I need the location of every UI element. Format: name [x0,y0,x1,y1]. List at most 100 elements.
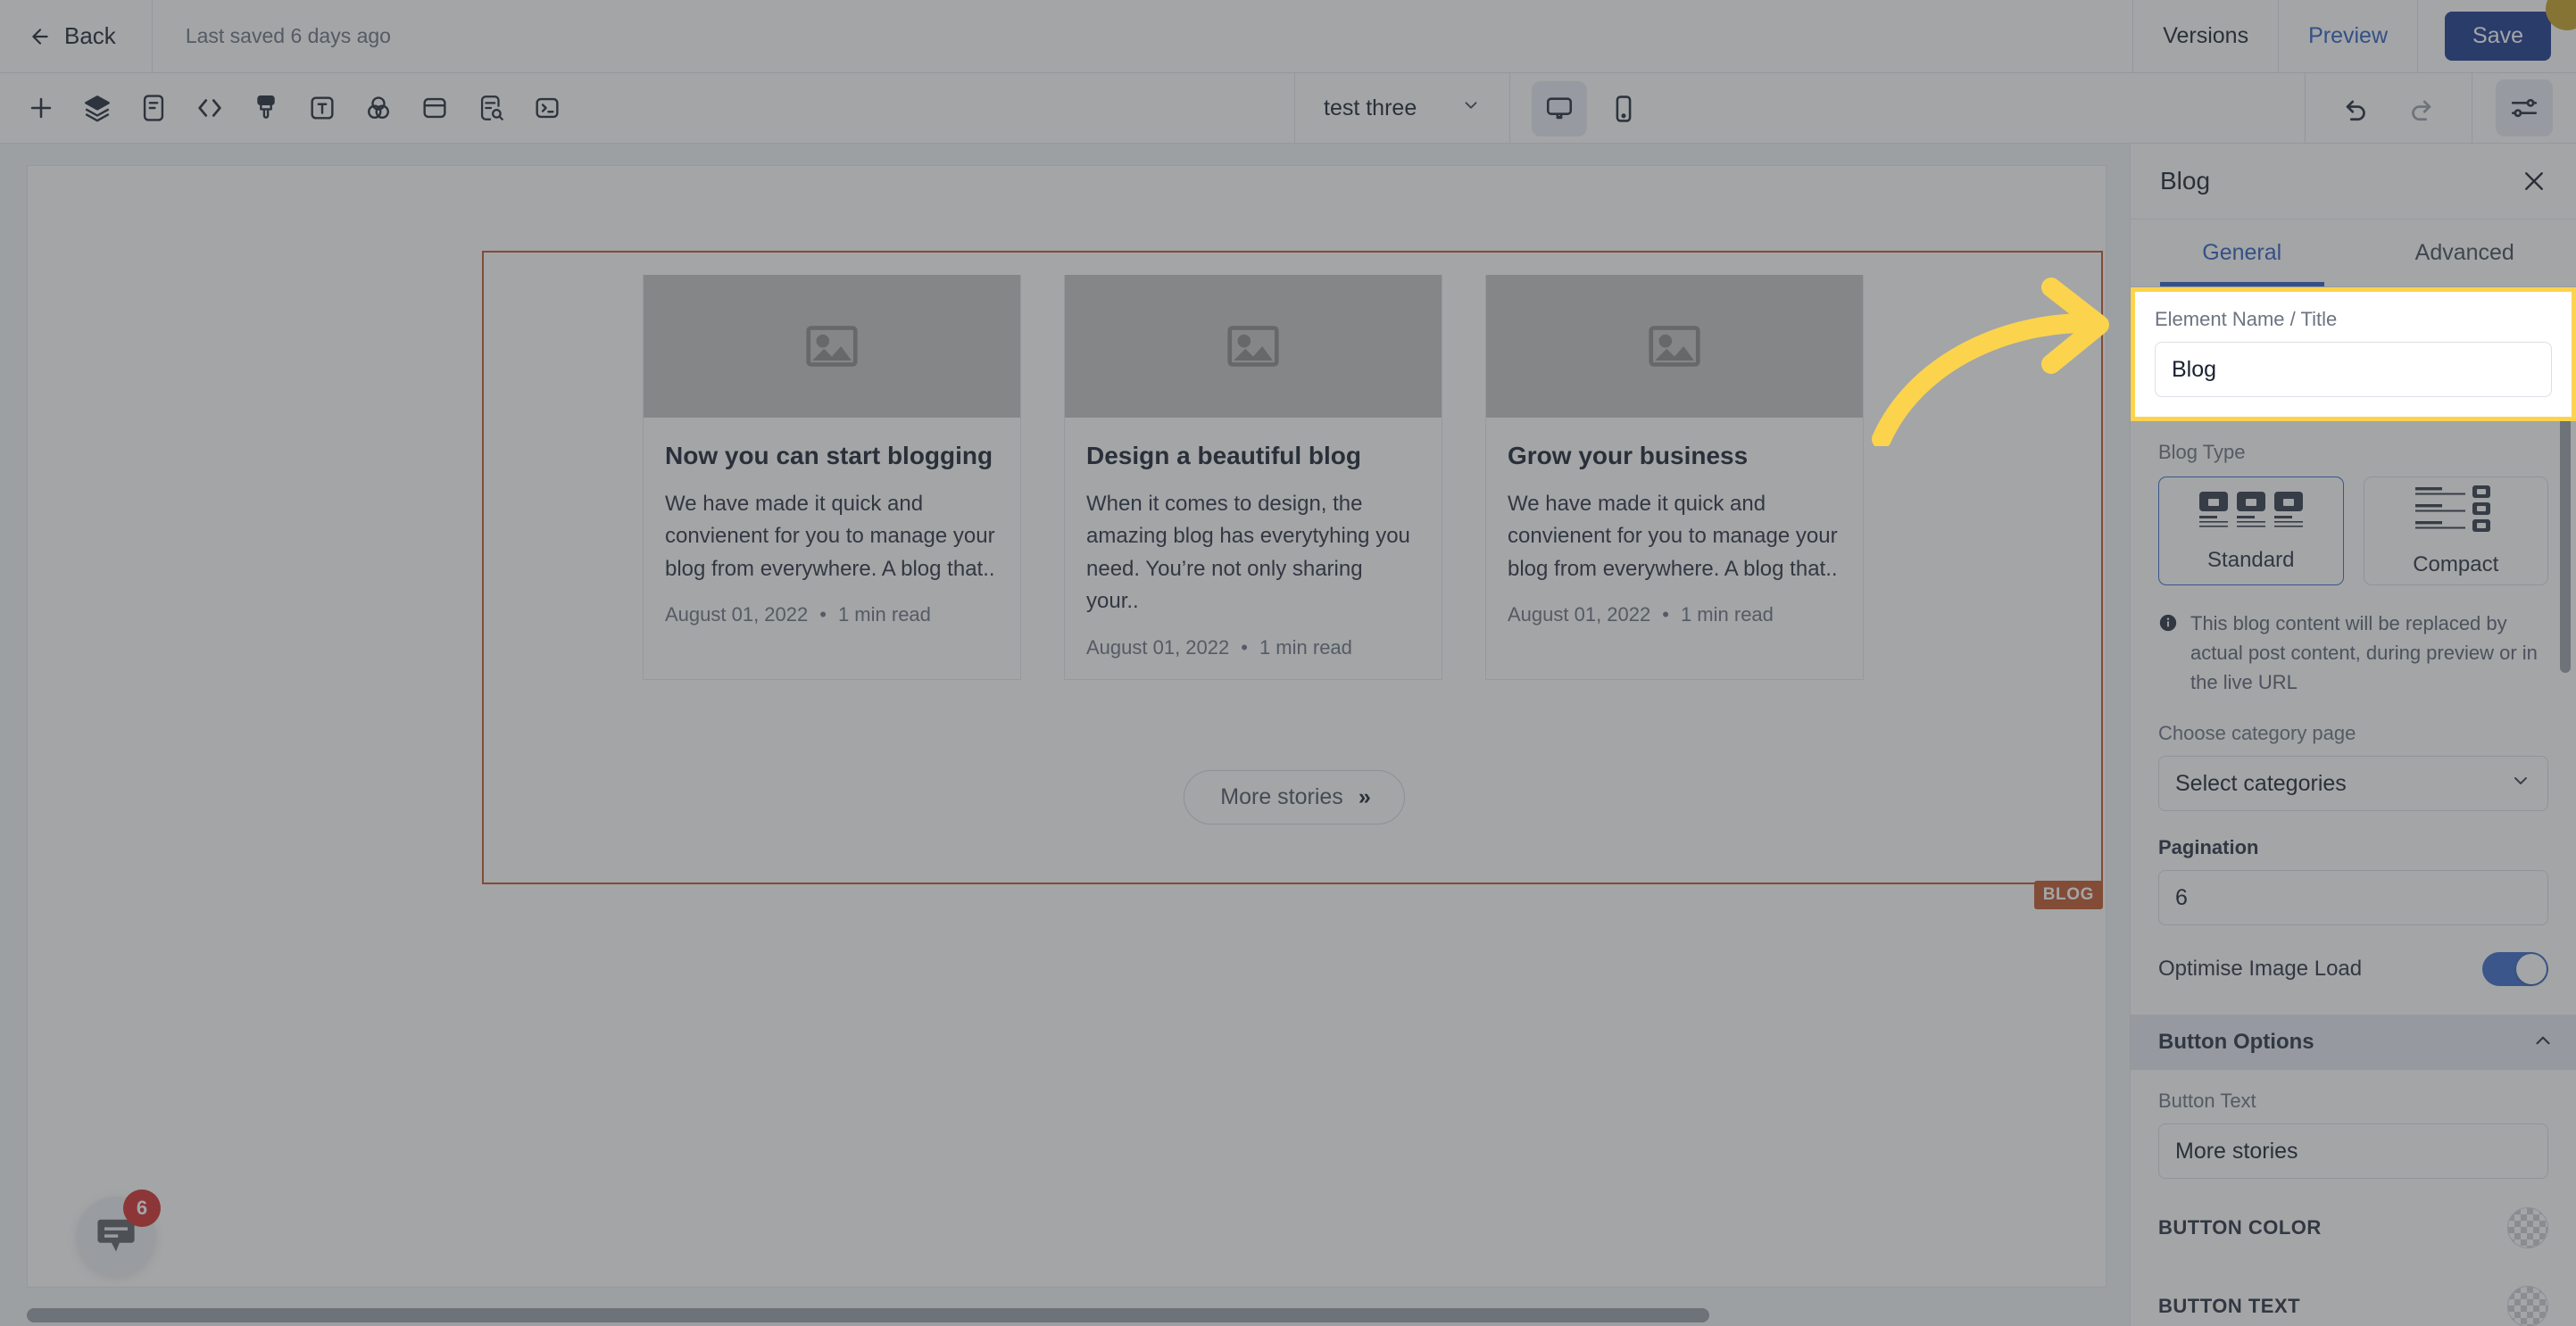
toolbar-right-group [2305,72,2576,144]
undo-icon[interactable] [2329,80,2384,136]
blog-info-note: This blog content will be replaced by ac… [2158,609,2548,697]
preview-button[interactable]: Preview [2278,0,2417,73]
blog-section-tag: BLOG [2033,881,2103,909]
device-toggle-group [1510,80,1673,137]
card-meta: August 01, 2022 • 1 min read [665,603,999,646]
back-button[interactable]: Back [0,0,152,73]
card-excerpt: When it comes to design, the amazing blo… [1086,492,1410,614]
page-search-icon[interactable] [462,80,519,137]
blog-card[interactable]: Design a beautiful blog When it comes to… [1064,275,1442,680]
blog-section-selection[interactable]: Now you can start blogging We have made … [482,251,2105,909]
blog-type-compact[interactable]: Compact [2363,477,2548,585]
card-body: Now you can start blogging We have made … [644,418,1020,646]
canvas-area: Now you can start blogging We have made … [0,144,2130,1326]
redo-icon[interactable] [2393,80,2448,136]
header-actions: Versions Preview Save [2132,0,2576,73]
tab-advanced[interactable]: Advanced [2354,220,2576,286]
blog-type-section: Blog Type Standard Compact This blog con… [2131,441,2576,986]
element-name-input[interactable]: Blog [2155,342,2552,397]
button-color-swatch[interactable] [2507,1207,2548,1248]
blog-type-options: Standard Compact [2158,477,2548,585]
canvas-horizontal-scrollbar[interactable] [27,1308,2107,1322]
chevron-up-icon [2531,1029,2555,1057]
card-date: August 01, 2022 [1086,635,1230,659]
terminal-icon[interactable] [519,80,575,137]
blog-card[interactable]: Grow your business We have made it quick… [1485,275,1864,680]
meta-dot-icon: • [819,603,827,626]
page-icon[interactable] [125,80,181,137]
optimise-image-load-toggle[interactable] [2482,952,2548,986]
toolbar-center-group: test three [1294,73,1673,144]
blog-card-list: Now you can start blogging We have made … [484,253,2105,680]
chevron-down-icon [2510,770,2531,798]
card-date: August 01, 2022 [1508,603,1651,626]
back-label: Back [64,22,116,49]
meta-dot-icon: • [1241,635,1248,659]
settings-group [2472,79,2576,137]
element-name-label: Element Name / Title [2155,308,2338,330]
tab-general[interactable]: General [2131,220,2354,286]
card-image-placeholder [644,275,1020,418]
sliders-icon[interactable] [2496,79,2553,137]
mobile-view-button[interactable] [1596,81,1651,137]
optimise-image-load-row: Optimise Image Load [2158,952,2548,986]
code-icon[interactable] [181,80,237,137]
blog-type-compact-label: Compact [2413,551,2499,576]
desktop-view-button[interactable] [1532,80,1588,137]
card-body: Design a beautiful blog When it comes to… [1065,418,1442,679]
card-date: August 01, 2022 [665,603,809,626]
card-meta: August 01, 2022 • 1 min read [1086,636,1420,679]
color-blend-icon[interactable] [350,80,406,137]
card-meta: August 01, 2022 • 1 min read [1508,603,1841,646]
text-icon[interactable] [294,80,350,137]
button-text-color-label: BUTTON TEXT [2158,1295,2301,1317]
page-selector-label: test three [1324,95,1417,120]
page-canvas[interactable]: Now you can start blogging We have made … [27,165,2107,1288]
panel-vertical-scrollbar[interactable] [2560,298,2571,1315]
button-color-row: BUTTON COLOR [2158,1207,2548,1248]
chat-widget-button[interactable]: 6 [77,1189,161,1275]
close-icon[interactable] [2519,166,2549,196]
button-text-label: Button Text [2158,1090,2256,1112]
card-read-time: 1 min read [1680,603,1774,626]
button-options-title: Button Options [2158,1030,2314,1054]
card-read-time: 1 min read [837,603,931,626]
more-stories-label: More stories [1220,784,1343,809]
more-stories-button[interactable]: More stories » [1184,770,1405,825]
button-text-color-row: BUTTON TEXT [2158,1286,2548,1326]
more-stories-row: More stories » [484,770,2105,825]
app-root: Back Last saved 6 days ago Versions Prev… [0,0,2576,1326]
button-text-color-swatch[interactable] [2507,1286,2548,1326]
panel-title: Blog [2160,167,2211,195]
add-icon[interactable] [12,80,69,137]
versions-button[interactable]: Versions [2132,0,2278,73]
properties-panel: Blog General Advanced Element Name / Tit… [2130,144,2576,1326]
info-icon [2158,613,2178,697]
save-button-wrap: Save [2417,0,2576,73]
layers-icon[interactable] [69,80,125,137]
category-select-value: Select categories [2175,770,2347,796]
optimise-image-load-label: Optimise Image Load [2158,957,2363,981]
button-text-input[interactable]: More stories [2158,1123,2548,1179]
card-excerpt: We have made it quick and convienent for… [665,492,995,581]
top-header-bar: Back Last saved 6 days ago Versions Prev… [0,0,2576,73]
panel-scroll-region: Element Name / Title Blog Blog Type Stan… [2131,287,2576,1326]
category-select[interactable]: Select categories [2158,756,2548,811]
blog-type-standard[interactable]: Standard [2158,477,2344,585]
blog-type-label: Blog Type [2158,441,2246,463]
button-options-accordion-header[interactable]: Button Options [2131,1015,2576,1070]
blog-info-text: This blog content will be replaced by ac… [2190,612,2538,693]
compact-layout-icon [2415,485,2496,540]
button-options-body: Button Text More stories BUTTON COLOR BU… [2131,1070,2576,1326]
card-title: Design a beautiful blog [1086,442,1362,469]
save-button[interactable]: Save [2445,12,2551,61]
brush-icon[interactable] [237,80,294,137]
back-arrow-icon [29,25,52,48]
chat-unread-badge: 6 [123,1189,161,1227]
card-icon[interactable] [406,80,462,137]
toolbar-left-group [0,80,575,137]
scrollbar-thumb[interactable] [27,1308,1709,1322]
page-selector[interactable]: test three [1294,73,1511,144]
blog-card[interactable]: Now you can start blogging We have made … [643,275,1021,680]
pagination-input[interactable]: 6 [2158,870,2548,925]
